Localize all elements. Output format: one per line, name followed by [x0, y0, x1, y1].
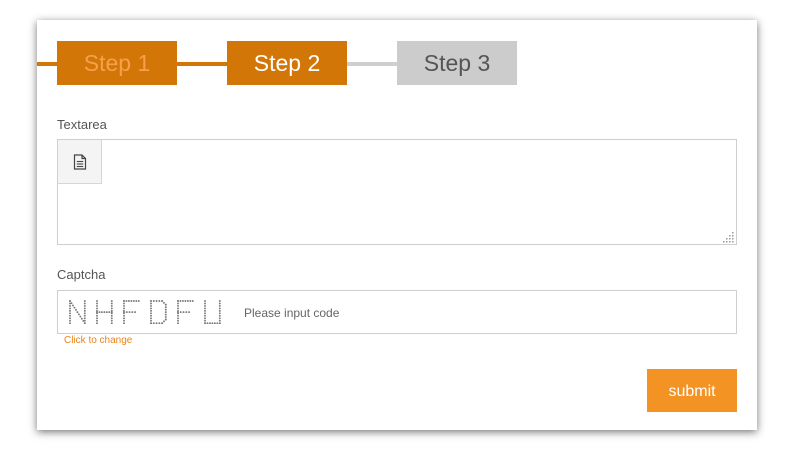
captcha-input[interactable] — [242, 302, 726, 324]
captcha-glyph — [123, 300, 140, 324]
resize-grip-icon[interactable] — [723, 231, 735, 243]
captcha-glyph — [96, 300, 113, 324]
captcha-glyph — [177, 300, 194, 324]
submit-button[interactable]: submit — [647, 369, 737, 412]
textarea-container — [57, 139, 737, 245]
progress-track-2-3 — [347, 62, 397, 66]
document-icon-button[interactable] — [58, 140, 102, 184]
step-1-tab[interactable]: Step 1 — [57, 41, 177, 85]
progress-track-start — [37, 62, 57, 66]
progress-track-1-2 — [177, 62, 227, 66]
captcha-glyph — [69, 300, 86, 324]
form-card: Step 1 Step 2 Step 3 Textarea Captcha Pl… — [37, 20, 757, 430]
captcha-container — [57, 290, 737, 334]
captcha-change-link[interactable]: Click to change — [64, 335, 132, 346]
step-2-tab[interactable]: Step 2 — [227, 41, 347, 85]
step-3-tab[interactable]: Step 3 — [397, 41, 517, 85]
captcha-image[interactable] — [68, 300, 228, 324]
captcha-glyph — [204, 300, 221, 324]
captcha-label: Captcha — [57, 267, 106, 282]
document-icon — [73, 153, 86, 170]
textarea-input[interactable] — [108, 146, 732, 238]
captcha-glyph — [150, 300, 167, 324]
textarea-label: Textarea — [57, 117, 107, 132]
